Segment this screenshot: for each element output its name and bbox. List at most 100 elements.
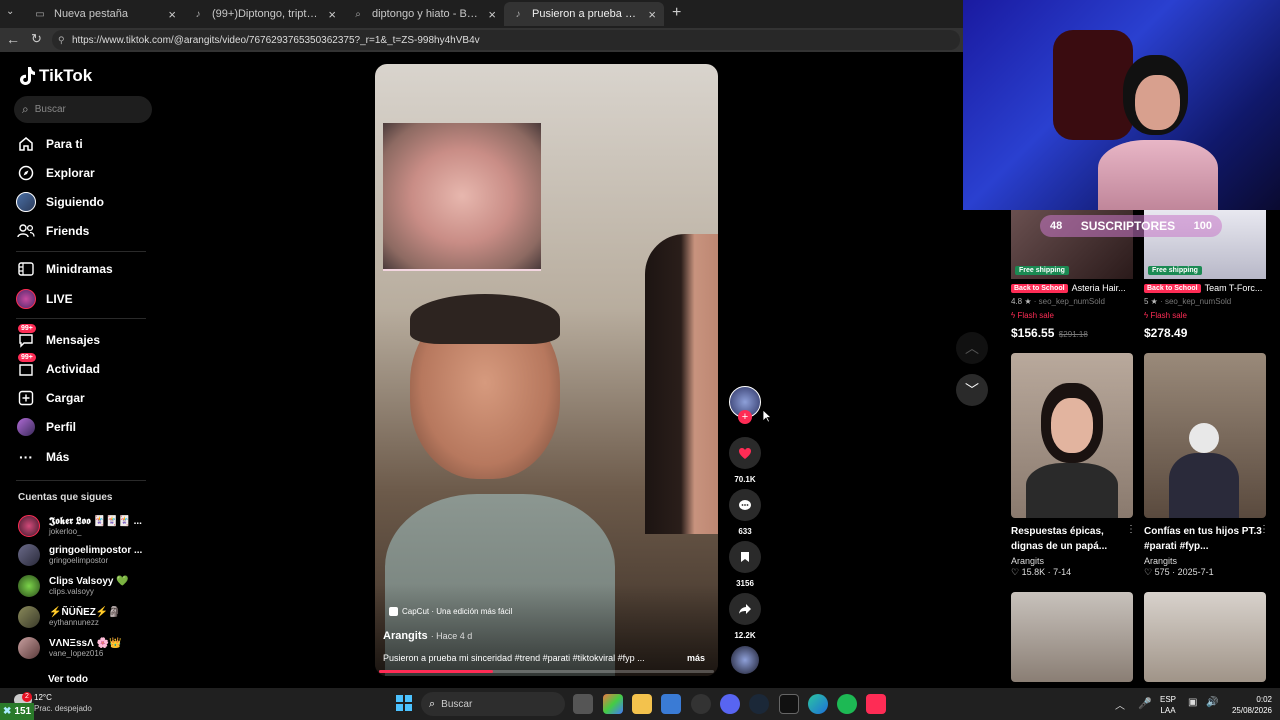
nav-actividad[interactable]: 99+ Actividad — [16, 353, 101, 382]
taskbar-search[interactable]: ⌕ Buscar — [421, 692, 565, 716]
clock-time: 0:02 — [1256, 695, 1272, 704]
page-icon: ▭ — [35, 8, 45, 20]
related-likes: ♡ 15.8K — [1011, 567, 1046, 577]
following-item[interactable]: ⚡ÑÜÑEZ⚡🗿 eythannunezz — [18, 605, 121, 629]
tab-title: Nueva pestaña — [54, 8, 128, 20]
follow-plus-icon[interactable]: + — [738, 410, 752, 424]
caption-more-button[interactable]: más — [687, 653, 705, 663]
product-sold: · seo_kep_numSold — [1033, 297, 1105, 306]
capcut-link[interactable]: CapCut · Una edición más fácil — [389, 607, 512, 616]
close-icon[interactable]: × — [168, 7, 176, 22]
comment-button[interactable]: 633 — [729, 489, 761, 536]
following-item[interactable]: 𝕵𝖔𝖐𝖊𝖗 𝕷𝖔𝖔 🃏🃏🃏 ... jokerloo_ — [18, 514, 142, 538]
shop-card[interactable]: Back to School Asteria Hair... 4.8 ★ · se… — [1011, 283, 1135, 342]
tab-tiktok-video[interactable]: ♪ Pusieron a prueba mi sinceridad × — [504, 2, 664, 26]
url-field[interactable]: ⚲ https://www.tiktok.com/@arangits/video… — [52, 30, 960, 50]
nav-cargar[interactable]: Cargar — [16, 385, 85, 411]
related-video-thumb[interactable] — [1144, 592, 1266, 682]
volume-icon[interactable]: 🔊 — [1206, 697, 1218, 708]
related-title: Confías en tus hijos PT.3 #parati #fyp..… — [1144, 526, 1262, 552]
chevron-up-icon[interactable]: ︿ — [1115, 697, 1125, 712]
nav-live[interactable]: LIVE — [16, 286, 73, 312]
previous-video-button[interactable]: ︿ — [956, 332, 988, 364]
goal-target: 100 — [1193, 220, 1212, 232]
share-button[interactable]: 12.2K — [729, 593, 761, 640]
obs-icon[interactable] — [691, 694, 711, 714]
language-indicator[interactable]: ESP LAA — [1160, 694, 1176, 716]
like-button[interactable]: 70.1K — [729, 437, 761, 484]
nav-explorar[interactable]: Explorar — [16, 160, 95, 186]
tiktok-app-icon[interactable] — [866, 694, 886, 714]
nav-label: Minidramas — [46, 262, 113, 276]
shop-card[interactable]: Back to School Team T-Forc... 5 ★ · seo_k… — [1144, 283, 1268, 342]
tiktok-logo-icon — [20, 67, 35, 85]
spotify-icon[interactable] — [837, 694, 857, 714]
related-video-thumb[interactable] — [1011, 592, 1133, 682]
see-all-link[interactable]: Ver todo — [48, 674, 88, 685]
video-progress-bar[interactable] — [379, 670, 714, 673]
video-player[interactable]: CapCut · Una edición más fácil Arangits … — [375, 64, 718, 676]
nav-siguiendo[interactable]: Siguiendo — [16, 189, 104, 215]
clock[interactable]: 0:02 25/08/2026 — [1222, 694, 1272, 716]
microphone-icon[interactable]: 🎤 — [1138, 697, 1152, 710]
close-icon[interactable]: × — [328, 7, 336, 22]
tab-list-icon[interactable]: ⌄ — [6, 6, 14, 17]
steam-icon[interactable] — [749, 694, 769, 714]
new-tab-button[interactable]: + — [672, 4, 681, 22]
reload-icon[interactable]: ↻ — [31, 31, 42, 47]
nav-para-ti[interactable]: Para ti — [16, 131, 83, 157]
network-icon[interactable]: ▣ — [1188, 697, 1197, 708]
next-video-button[interactable]: ﹀ — [956, 374, 988, 406]
tab-search[interactable]: ⌕ diptongo y hiato - Búsqueda × — [344, 2, 504, 26]
nav-friends[interactable]: Friends — [16, 218, 89, 244]
sidebar-divider — [16, 318, 146, 319]
sound-avatar-button[interactable] — [729, 646, 761, 674]
edge-icon[interactable] — [808, 694, 828, 714]
heart-icon — [729, 437, 761, 469]
tab-new-tab[interactable]: ▭ Nueva pestaña × — [26, 2, 184, 26]
nav-mensajes[interactable]: 99+ Mensajes — [16, 324, 101, 353]
video-author[interactable]: Arangits — [383, 630, 428, 642]
creator-avatar-button[interactable]: + — [729, 386, 761, 424]
nav-minidramas[interactable]: Minidramas — [16, 256, 113, 282]
weather-badge: 2 — [22, 692, 32, 702]
nav-mas[interactable]: ··· Más — [16, 444, 69, 470]
nav-label: Cargar — [46, 391, 85, 405]
related-card[interactable]: Confías en tus hijos PT.3 #parati #fyp..… — [1144, 524, 1266, 578]
following-item[interactable]: gringoelimpostor ... gringoelimpostor — [18, 543, 142, 567]
close-icon[interactable]: × — [488, 7, 496, 22]
weather-desc: Prac. despejado — [34, 704, 92, 713]
more-options-icon[interactable]: ⋮ — [1259, 524, 1269, 535]
goal-current: 48 — [1050, 220, 1063, 232]
capcut-app-icon[interactable] — [779, 694, 799, 714]
activity-icon: 99+ — [16, 353, 36, 379]
related-video-thumb[interactable] — [1011, 353, 1133, 518]
free-shipping-badge: Free shipping — [1148, 266, 1202, 275]
task-view-icon[interactable] — [573, 694, 593, 714]
nav-label: Actividad — [46, 362, 101, 376]
nav-label: Mensajes — [46, 333, 101, 347]
related-video-thumb[interactable] — [1144, 353, 1266, 518]
app-grid-icon[interactable] — [603, 694, 623, 714]
following-item[interactable]: VΛNΞssΛ 🌸👑 vane_lopez016 — [18, 636, 121, 660]
account-name: gringoelimpostor ... — [49, 545, 143, 556]
nav-perfil[interactable]: Perfil — [16, 414, 76, 440]
nav-label: Para ti — [46, 137, 83, 151]
more-options-icon[interactable]: ⋮ — [1126, 524, 1136, 535]
related-card[interactable]: Respuestas épicas, dignas de un papá... … — [1011, 524, 1133, 578]
file-explorer-icon[interactable] — [632, 694, 652, 714]
tab-diptongo[interactable]: ♪ (99+)Diptongo, triptongo y hiato: × — [184, 2, 344, 26]
start-button[interactable] — [396, 695, 412, 711]
tiktok-logo[interactable]: TikTok — [18, 66, 92, 86]
url-text: https://www.tiktok.com/@arangits/video/7… — [72, 34, 480, 46]
search-box[interactable]: ⌕ Buscar — [14, 96, 152, 123]
save-button[interactable]: 3156 — [729, 541, 761, 588]
back-icon[interactable]: ← — [6, 31, 20, 47]
following-item[interactable]: Clips Valsoyy 💚 clips.valsoyy — [18, 574, 129, 598]
bookmark-icon — [729, 541, 761, 573]
discord-icon[interactable] — [720, 694, 740, 714]
comment-icon — [729, 489, 761, 521]
close-icon[interactable]: × — [648, 7, 656, 22]
store-icon[interactable] — [661, 694, 681, 714]
product-price: $278.49 — [1144, 326, 1188, 340]
